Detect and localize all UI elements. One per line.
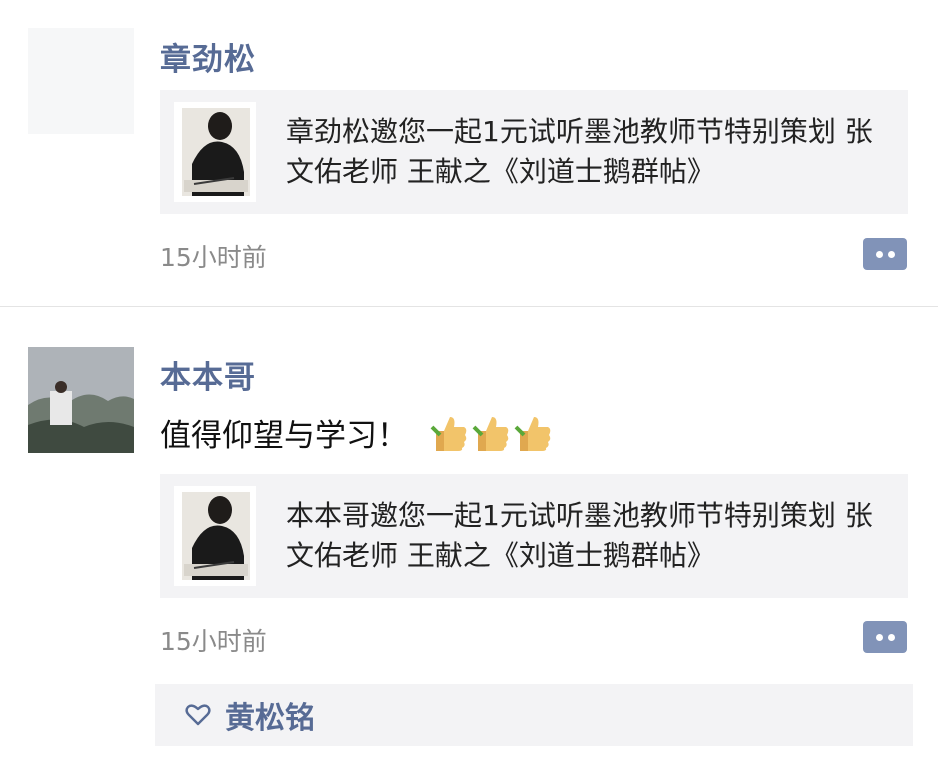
author-name[interactable]: 本本哥	[160, 352, 256, 397]
link-thumbnail	[174, 486, 256, 586]
liker-name[interactable]: 黄松铭	[225, 693, 315, 737]
post-text: 值得仰望与学习！	[160, 410, 552, 455]
comment-icon	[875, 633, 895, 641]
moment-post: 本本哥 值得仰望与学习！ 本本哥邀您一起1元试听墨池教师节特别策划 张文佑老师 …	[0, 0, 938, 779]
avatar[interactable]	[28, 347, 134, 453]
post-time: 15小时前	[160, 627, 267, 656]
post-text-content: 值得仰望与学习！	[160, 418, 408, 454]
heart-icon	[185, 703, 211, 727]
link-card-text: 本本哥邀您一起1元试听墨池教师节特别策划 张文佑老师 王献之《刘道士鹅群帖》	[286, 499, 873, 572]
link-card[interactable]: 本本哥邀您一起1元试听墨池教师节特别策划 张文佑老师 王献之《刘道士鹅群帖》	[160, 474, 908, 598]
likes-box: 黄松铭	[155, 684, 913, 746]
comment-button[interactable]	[863, 621, 907, 653]
thumbs-up-icon	[430, 413, 552, 453]
